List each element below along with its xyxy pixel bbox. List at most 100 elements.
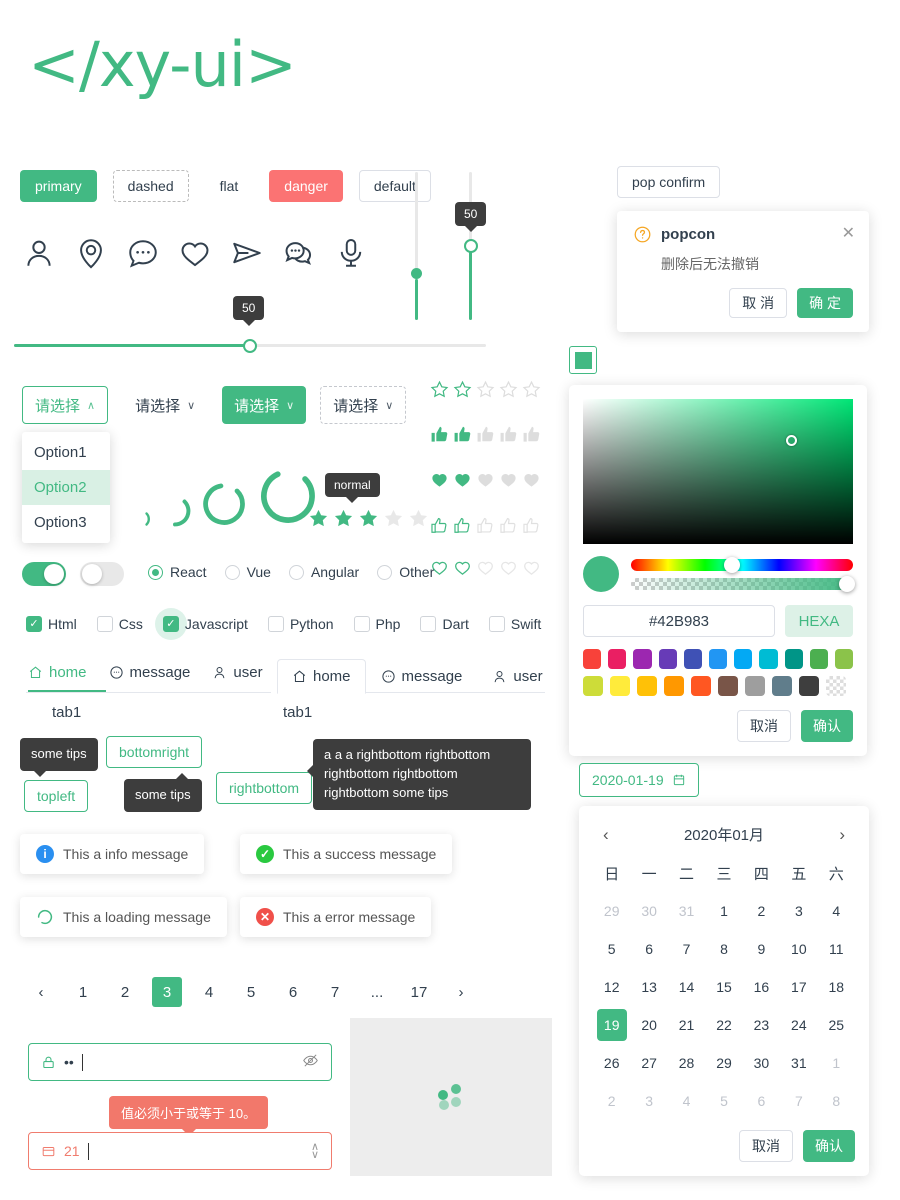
- thumbs-up-icon[interactable]: [453, 516, 472, 535]
- calendar-day[interactable]: 3: [784, 895, 814, 927]
- horizontal-slider[interactable]: [14, 339, 486, 353]
- star-icon[interactable]: [476, 380, 495, 399]
- popconfirm-confirm-button[interactable]: 确 定: [797, 288, 853, 318]
- alpha-knob[interactable]: [839, 575, 855, 592]
- star-icon[interactable]: [453, 380, 472, 399]
- star-icon[interactable]: [408, 508, 429, 529]
- color-swatch[interactable]: [734, 649, 753, 669]
- calendar-day[interactable]: 26: [597, 1047, 627, 1079]
- chat-bubbles-icon[interactable]: [282, 236, 316, 270]
- star-icon[interactable]: [383, 508, 404, 529]
- calendar-day[interactable]: 30: [634, 895, 664, 927]
- location-pin-icon[interactable]: [74, 236, 108, 270]
- thumbs-up-icon[interactable]: [522, 516, 541, 535]
- star-icon[interactable]: [430, 380, 449, 399]
- vertical-slider-tooltip[interactable]: [464, 172, 478, 320]
- calendar-day[interactable]: 13: [634, 971, 664, 1003]
- calendar-day[interactable]: 23: [746, 1009, 776, 1041]
- color-swatch[interactable]: [633, 649, 652, 669]
- color-swatch[interactable]: [834, 649, 854, 669]
- calendar-day[interactable]: 8: [821, 1085, 851, 1117]
- checkbox-dart[interactable]: Dart: [416, 612, 472, 636]
- color-swatch[interactable]: [759, 649, 778, 669]
- calendar-day[interactable]: 31: [784, 1047, 814, 1079]
- heart-icon[interactable]: [453, 558, 472, 577]
- heart-icon[interactable]: [522, 558, 541, 577]
- color-swatch[interactable]: [745, 676, 765, 696]
- pagination-page[interactable]: 4: [194, 977, 224, 1007]
- colorpicker-trigger[interactable]: [569, 346, 597, 374]
- pagination-prev[interactable]: ‹: [26, 977, 56, 1007]
- slider-knob[interactable]: [243, 339, 257, 353]
- heart-icon[interactable]: [476, 470, 495, 489]
- calendar-day[interactable]: 28: [672, 1047, 702, 1079]
- radio-react[interactable]: React: [148, 564, 207, 580]
- heart-icon[interactable]: [499, 558, 518, 577]
- dropdown-option-1[interactable]: Option1: [22, 435, 110, 470]
- calendar-day[interactable]: 4: [672, 1085, 702, 1117]
- tab-home[interactable]: home: [26, 660, 89, 685]
- star-icon[interactable]: [358, 508, 379, 529]
- hue-knob[interactable]: [724, 556, 741, 573]
- rate-star-outline[interactable]: [430, 380, 541, 399]
- datepicker-trigger[interactable]: 2020-01-19: [579, 763, 699, 797]
- calendar-day[interactable]: 24: [784, 1009, 814, 1041]
- color-swatch-transparent[interactable]: [826, 676, 846, 696]
- alpha-slider[interactable]: [631, 575, 855, 592]
- calendar-day[interactable]: 11: [821, 933, 851, 965]
- heart-icon[interactable]: [522, 470, 541, 489]
- dashed-button[interactable]: dashed: [112, 170, 189, 202]
- color-swatch[interactable]: [608, 649, 627, 669]
- cardtab-message[interactable]: message: [366, 659, 478, 694]
- thumbs-up-icon[interactable]: [476, 425, 495, 444]
- radio-angular[interactable]: Angular: [288, 564, 359, 580]
- dropdown-option-2[interactable]: Option2: [22, 470, 110, 505]
- pagination-next[interactable]: ›: [446, 977, 476, 1007]
- rate-star-solid[interactable]: [308, 508, 429, 529]
- calendar-day[interactable]: 18: [821, 971, 851, 1003]
- checkbox-css[interactable]: Css: [93, 612, 147, 636]
- pagination-page[interactable]: 1: [68, 977, 98, 1007]
- hue-slider[interactable]: [631, 556, 853, 573]
- calendar-day[interactable]: 29: [709, 1047, 739, 1079]
- vslider-knob[interactable]: [411, 267, 422, 279]
- rate-thumb-solid[interactable]: [430, 425, 541, 444]
- heart-icon[interactable]: [476, 558, 495, 577]
- thumbs-up-icon[interactable]: [430, 425, 449, 444]
- color-swatch[interactable]: [610, 676, 630, 696]
- checkbox-swift[interactable]: Swift: [485, 612, 545, 636]
- thumbs-up-icon[interactable]: [499, 516, 518, 535]
- color-swatch[interactable]: [718, 676, 738, 696]
- datepicker-confirm-button[interactable]: 确认: [803, 1130, 855, 1162]
- color-swatch[interactable]: [637, 676, 657, 696]
- calendar-day[interactable]: 16: [746, 971, 776, 1003]
- tooltip-trigger-bottomright[interactable]: bottomright: [106, 736, 203, 768]
- calendar-day[interactable]: 21: [672, 1009, 702, 1041]
- danger-button[interactable]: danger: [269, 170, 343, 202]
- pagination-page-last[interactable]: 17: [404, 977, 434, 1007]
- tab-user[interactable]: user: [210, 660, 264, 685]
- heart-icon[interactable]: [178, 236, 212, 270]
- checkbox-javascript[interactable]: ✓ Javascript: [154, 608, 252, 640]
- select-dashed[interactable]: 请选择 ∨: [320, 386, 407, 424]
- radio-other[interactable]: Other: [377, 564, 434, 580]
- select-plain[interactable]: 请选择 ∨: [122, 386, 209, 424]
- calendar-day[interactable]: 17: [784, 971, 814, 1003]
- color-mode-button[interactable]: HEXA: [785, 605, 853, 637]
- hex-input[interactable]: #42B983: [583, 605, 775, 637]
- calendar-day-selected[interactable]: 19: [596, 1009, 627, 1041]
- switch-on[interactable]: [22, 562, 66, 586]
- radio-vue[interactable]: Vue: [224, 564, 271, 580]
- primary-button[interactable]: primary: [20, 170, 97, 202]
- select-outline[interactable]: 请选择 ∧: [22, 386, 109, 424]
- thumbs-up-icon[interactable]: [522, 425, 541, 444]
- thumbs-up-icon[interactable]: [453, 425, 472, 444]
- pagination-page[interactable]: 2: [110, 977, 140, 1007]
- tooltip-trigger-rightbottom[interactable]: rightbottom: [216, 772, 313, 804]
- rate-thumb-outline[interactable]: [430, 516, 541, 535]
- next-month-button[interactable]: ›: [833, 825, 851, 845]
- calendar-day[interactable]: 2: [597, 1085, 627, 1117]
- checkbox-html[interactable]: ✓ Html: [22, 612, 81, 636]
- select-dropdown-menu[interactable]: Option1 Option2 Option3: [22, 432, 110, 543]
- thumbs-up-icon[interactable]: [499, 425, 518, 444]
